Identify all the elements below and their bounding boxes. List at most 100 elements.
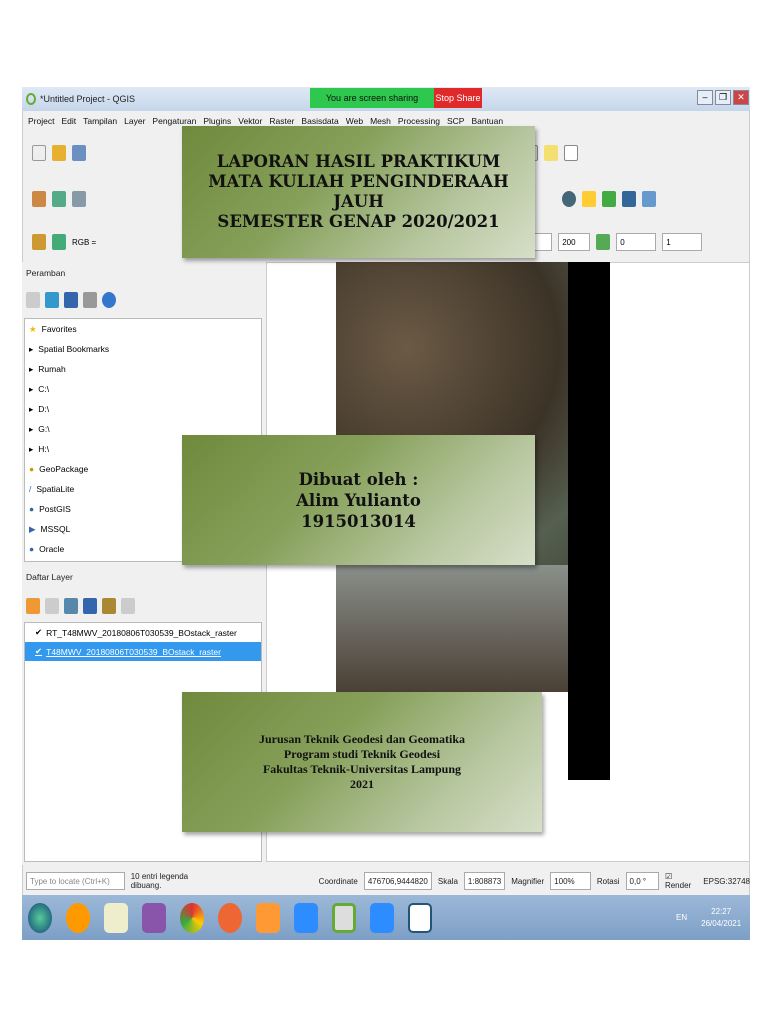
menu-vektor[interactable]: Vektor bbox=[238, 116, 262, 126]
coordinate-field[interactable]: 476706,9444820 bbox=[363, 872, 432, 890]
clock[interactable]: 22:27 26/04/2021 bbox=[701, 906, 741, 930]
title-line: LAPORAN HASIL PRAKTIKUM bbox=[216, 152, 501, 171]
windows-taskbar: EN 22:27 26/04/2021 bbox=[22, 895, 750, 940]
render-checkbox[interactable]: ☑ Render bbox=[665, 872, 697, 890]
menu-basisdata[interactable]: Basisdata bbox=[301, 116, 338, 126]
layer-item-selected[interactable]: ✔ T48MWV_20180806T030539_BOstack_raster bbox=[25, 642, 261, 661]
save-project-icon[interactable] bbox=[72, 145, 86, 161]
menu-raster[interactable]: Raster bbox=[269, 116, 294, 126]
open-project-icon[interactable] bbox=[52, 145, 66, 161]
visual-studio-icon[interactable] bbox=[142, 902, 166, 933]
window-title: *Untitled Project - QGIS bbox=[40, 94, 136, 104]
band-max-field[interactable]: 200 bbox=[558, 233, 591, 251]
coordinate-label: Coordinate bbox=[318, 876, 358, 886]
add-group-icon[interactable] bbox=[45, 598, 59, 614]
filter-icon[interactable] bbox=[64, 292, 78, 308]
style-icon[interactable] bbox=[26, 598, 40, 614]
info-icon[interactable] bbox=[102, 292, 116, 308]
menu-bantuan[interactable]: Bantuan bbox=[471, 116, 503, 126]
department: Jurusan Teknik Geodesi dan Geomatika bbox=[258, 732, 466, 746]
scp-icon[interactable] bbox=[642, 191, 656, 207]
tree-item-spatial-bookmarks[interactable]: ▸ Spatial Bookmarks bbox=[25, 339, 261, 359]
text-annotation-icon[interactable] bbox=[564, 145, 579, 161]
zoom-icon[interactable] bbox=[52, 234, 66, 250]
visibility-icon[interactable] bbox=[64, 598, 78, 614]
app-icon[interactable] bbox=[66, 902, 90, 933]
chrome-icon[interactable] bbox=[180, 902, 204, 933]
annotation-icon[interactable] bbox=[544, 145, 559, 161]
refresh-icon[interactable] bbox=[45, 292, 59, 308]
status-bar: Type to locate (Ctrl+K) 10 entri legenda… bbox=[22, 868, 750, 894]
zoom-meeting-icon[interactable] bbox=[370, 902, 394, 933]
menu-project[interactable]: Project bbox=[28, 116, 54, 126]
magnifier-field[interactable]: 100% bbox=[550, 872, 591, 890]
title-line: SEMESTER GENAP 2020/2021 bbox=[217, 212, 500, 231]
minimize-button[interactable]: – bbox=[697, 90, 713, 105]
browser-panel-title: Peramban bbox=[26, 268, 66, 278]
institution-box: Jurusan Teknik Geodesi dan Geomatika Prog… bbox=[182, 692, 542, 832]
language-indicator[interactable]: EN bbox=[676, 913, 687, 922]
python-icon[interactable] bbox=[582, 191, 596, 207]
crs-button[interactable]: EPSG:32748 bbox=[703, 877, 750, 886]
menu-plugins[interactable]: Plugins bbox=[203, 116, 231, 126]
menu-pengaturan[interactable]: Pengaturan bbox=[152, 116, 196, 126]
add-icon[interactable] bbox=[26, 292, 40, 308]
help-icon[interactable] bbox=[622, 191, 636, 207]
menu-web[interactable]: Web bbox=[346, 116, 363, 126]
globe-icon[interactable] bbox=[562, 191, 576, 207]
menu-processing[interactable]: Processing bbox=[398, 116, 440, 126]
layer-icon[interactable] bbox=[32, 234, 46, 250]
collapse-icon[interactable] bbox=[83, 292, 97, 308]
menu-scp[interactable]: SCP bbox=[447, 116, 464, 126]
firefox-icon[interactable] bbox=[218, 902, 242, 933]
qgis-taskbar-icon[interactable] bbox=[332, 902, 356, 933]
author-box: Dibuat oleh : Alim Yulianto 1915013014 bbox=[182, 435, 535, 565]
title-line: JAUH bbox=[333, 192, 384, 211]
value-field-1[interactable]: 0 bbox=[616, 233, 657, 251]
qgis-icon bbox=[26, 93, 36, 105]
title-line: MATA KULIAH PENGINDERAAH bbox=[208, 172, 509, 191]
raster-nodata-strip bbox=[568, 262, 610, 780]
stop-share-button[interactable]: Stop Share bbox=[434, 88, 482, 108]
rotation-field[interactable]: 0,0 ° bbox=[625, 872, 659, 890]
layers-panel-title: Daftar Layer bbox=[26, 572, 73, 582]
student-id: 1915013014 bbox=[301, 511, 416, 531]
cover-title-box: LAPORAN HASIL PRAKTIKUM MATA KULIAH PENGI… bbox=[182, 126, 535, 258]
plugin-icon[interactable] bbox=[602, 191, 616, 207]
kml-icon[interactable] bbox=[596, 234, 611, 250]
file-explorer-icon[interactable] bbox=[104, 902, 128, 933]
layer-item[interactable]: ✔ RT_T48MWV_20180806T030539_BOstack_rast… bbox=[25, 623, 261, 642]
media-player-icon[interactable] bbox=[256, 902, 280, 933]
new-project-icon[interactable] bbox=[32, 145, 46, 161]
faculty: Fakultas Teknik-Universitas Lampung bbox=[262, 762, 462, 776]
author-label: Dibuat oleh : bbox=[298, 469, 419, 489]
remove-layer-icon[interactable] bbox=[121, 598, 135, 614]
legend-message: 10 entri legenda dibuang. bbox=[130, 872, 189, 890]
close-button[interactable]: ✕ bbox=[733, 90, 749, 105]
tree-item-favorites[interactable]: ★ Favorites bbox=[25, 319, 261, 339]
filter-legend-icon[interactable] bbox=[83, 598, 97, 614]
scale-field[interactable]: 1:808873 bbox=[463, 872, 506, 890]
restore-button[interactable]: ❐ bbox=[715, 90, 731, 105]
menu-mesh[interactable]: Mesh bbox=[370, 116, 391, 126]
zoom-app-icon[interactable] bbox=[294, 902, 318, 933]
tree-item-d[interactable]: ▸ D:\ bbox=[25, 399, 261, 419]
menu-tampilan[interactable]: Tampilan bbox=[83, 116, 117, 126]
scale-label: Skala bbox=[437, 876, 458, 886]
year: 2021 bbox=[350, 777, 374, 791]
add-feature-icon[interactable] bbox=[52, 191, 66, 207]
value-field-2[interactable]: 1 bbox=[662, 233, 703, 251]
study-program: Program studi Teknik Geodesi bbox=[283, 747, 441, 761]
rotation-label: Rotasi bbox=[596, 876, 620, 886]
digitize-icon[interactable] bbox=[32, 191, 46, 207]
expand-icon[interactable] bbox=[102, 598, 116, 614]
tree-item-c[interactable]: ▸ C:\ bbox=[25, 379, 261, 399]
word-icon[interactable] bbox=[408, 902, 432, 933]
locate-input[interactable]: Type to locate (Ctrl+K) bbox=[26, 872, 125, 890]
start-button-icon[interactable] bbox=[28, 902, 52, 933]
menu-edit[interactable]: Edit bbox=[61, 116, 76, 126]
menu-layer[interactable]: Layer bbox=[124, 116, 145, 126]
edit-icon[interactable] bbox=[72, 191, 86, 207]
screen-sharing-banner: You are screen sharing bbox=[310, 88, 434, 108]
tree-item-rumah[interactable]: ▸ Rumah bbox=[25, 359, 261, 379]
